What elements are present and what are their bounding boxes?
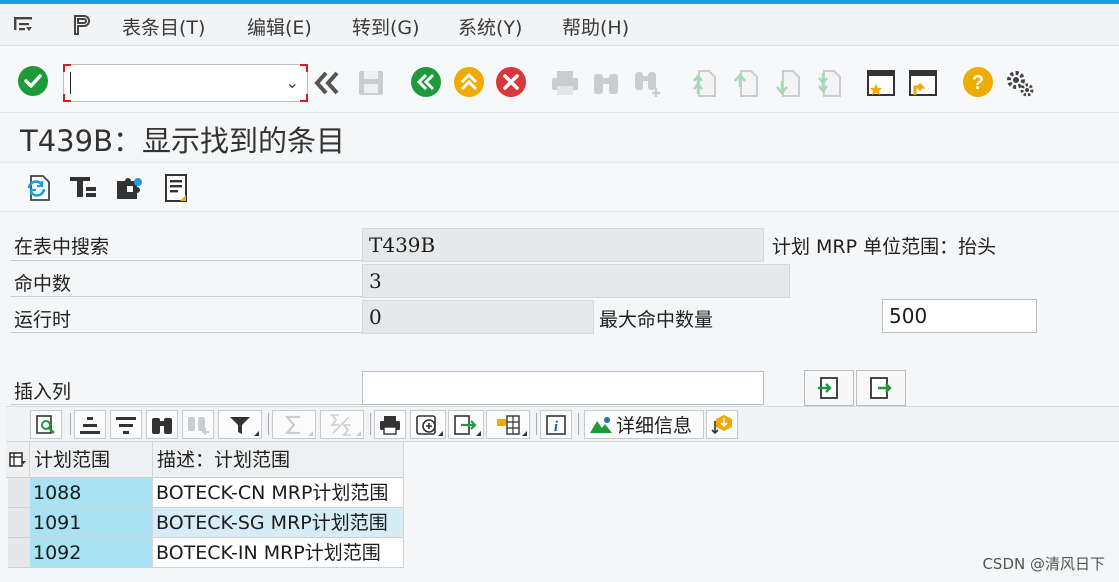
max-hits-label: 最大命中数量 bbox=[599, 309, 714, 331]
document-list-icon[interactable] bbox=[159, 171, 193, 205]
views-button[interactable] bbox=[410, 410, 446, 439]
hits-field: 3 bbox=[362, 264, 790, 298]
menu-goto[interactable]: 转到(G) bbox=[352, 13, 420, 40]
table-cell-desc[interactable]: BOTECK-SG MRP计划范围 bbox=[153, 508, 404, 538]
watermark: CSDN @清风日下 bbox=[982, 555, 1105, 573]
insert-column-label: 插入列 bbox=[14, 381, 72, 403]
insert-column-button[interactable] bbox=[804, 370, 854, 406]
find-next-button[interactable] bbox=[182, 410, 214, 439]
magnifier-icon bbox=[36, 414, 55, 434]
previous-page-icon[interactable] bbox=[728, 66, 762, 100]
column-header-planning-area[interactable]: 计划范围 bbox=[30, 442, 153, 478]
row-selector[interactable] bbox=[8, 538, 30, 568]
menu-system[interactable]: 系统(Y) bbox=[458, 13, 522, 40]
table-cell-desc[interactable]: BOTECK-CN MRP计划范围 bbox=[153, 478, 404, 508]
collapse-left-icon[interactable] bbox=[310, 66, 344, 100]
print-preview-button[interactable] bbox=[374, 410, 406, 439]
filter-button[interactable] bbox=[218, 410, 262, 439]
cancel-icon[interactable] bbox=[494, 65, 528, 99]
find-next-icon[interactable] bbox=[631, 66, 665, 100]
create-shortcut-icon[interactable] bbox=[906, 66, 940, 100]
grid-toolbar: i 详细信息 bbox=[6, 406, 1119, 442]
back-icon[interactable] bbox=[409, 65, 443, 99]
table-cell-key[interactable]: 1091 bbox=[30, 508, 153, 538]
page-title: T439B：显示找到的条目 bbox=[20, 124, 345, 158]
printer-icon bbox=[380, 415, 400, 435]
insert-column-after-button[interactable] bbox=[856, 370, 906, 406]
insert-column-input[interactable] bbox=[362, 371, 764, 405]
print-icon[interactable] bbox=[548, 66, 582, 100]
table-cell-key[interactable]: 1092 bbox=[30, 538, 153, 568]
last-page-icon[interactable] bbox=[811, 66, 845, 100]
save-icon[interactable] bbox=[354, 66, 388, 100]
standard-toolbar: ⌄ ? bbox=[0, 47, 1119, 113]
menu-bar: 表条目(T) 编辑(E) 转到(G) 系统(Y) 帮助(H) bbox=[0, 4, 1119, 46]
menu-table-entry[interactable]: 表条目(T) bbox=[122, 13, 205, 40]
command-field[interactable]: ⌄ bbox=[63, 64, 308, 102]
table-cell-key[interactable]: 1088 bbox=[30, 478, 153, 508]
runtime-field: 0 bbox=[362, 300, 594, 334]
search-table-field: T439B bbox=[362, 228, 764, 262]
layout-icon bbox=[497, 414, 520, 435]
row-selector[interactable] bbox=[8, 508, 30, 538]
sum-icon bbox=[284, 415, 300, 434]
sap-p-icon[interactable] bbox=[68, 12, 96, 38]
insert-after-icon bbox=[870, 377, 892, 399]
chevron-down-icon[interactable]: ⌄ bbox=[286, 73, 299, 92]
row-divider bbox=[10, 332, 362, 333]
puzzle-icon[interactable] bbox=[113, 171, 147, 205]
table-cell-desc[interactable]: BOTECK-IN MRP计划范围 bbox=[153, 538, 404, 568]
sort-descending-icon bbox=[116, 416, 136, 434]
row-selector[interactable] bbox=[8, 478, 30, 508]
sort-ascending-button[interactable] bbox=[74, 410, 106, 439]
menu-help[interactable]: 帮助(H) bbox=[562, 13, 629, 40]
svg-text:?: ? bbox=[972, 72, 984, 94]
sort-ascending-icon bbox=[80, 416, 100, 434]
hits-label: 命中数 bbox=[14, 273, 72, 295]
filter-settings-icon[interactable] bbox=[66, 171, 100, 205]
subtotal-icon bbox=[330, 413, 351, 436]
details-view-button[interactable] bbox=[30, 410, 62, 439]
refresh-icon[interactable] bbox=[20, 171, 54, 205]
table-description: 计划 MRP 单位范围：抬头 bbox=[772, 236, 997, 258]
info-icon: i bbox=[546, 414, 566, 435]
confirm-icon[interactable] bbox=[16, 64, 50, 98]
gear-icon[interactable] bbox=[1003, 65, 1037, 99]
application-toolbar bbox=[0, 162, 1119, 212]
total-button[interactable] bbox=[272, 410, 316, 439]
find-button[interactable] bbox=[146, 410, 178, 439]
details-button[interactable]: 详细信息 bbox=[584, 410, 704, 439]
export-button[interactable] bbox=[448, 410, 484, 439]
max-hits-input[interactable]: 500 bbox=[882, 299, 1037, 333]
row-divider bbox=[10, 404, 362, 405]
menu-edit[interactable]: 编辑(E) bbox=[247, 13, 312, 40]
row-divider bbox=[10, 260, 362, 261]
mountain-icon bbox=[590, 416, 612, 433]
next-page-icon[interactable] bbox=[770, 66, 804, 100]
row-divider bbox=[10, 296, 362, 297]
binoculars-next-icon bbox=[188, 416, 209, 435]
sort-import-button[interactable] bbox=[706, 410, 738, 439]
first-page-icon[interactable] bbox=[686, 66, 720, 100]
menu-icon[interactable] bbox=[10, 12, 38, 38]
insert-icon bbox=[818, 377, 838, 399]
search-table-label: 在表中搜索 bbox=[14, 236, 110, 258]
download-sort-icon bbox=[711, 414, 732, 434]
help-icon[interactable]: ? bbox=[961, 65, 995, 99]
layout-button[interactable] bbox=[486, 410, 530, 439]
find-icon[interactable] bbox=[589, 66, 623, 100]
sort-descending-button[interactable] bbox=[110, 410, 142, 439]
info-button[interactable]: i bbox=[540, 410, 572, 439]
select-all-icon[interactable] bbox=[6, 442, 30, 478]
filter-icon bbox=[230, 416, 250, 434]
new-session-icon[interactable] bbox=[864, 66, 898, 100]
column-header-description[interactable]: 描述：计划范围 bbox=[153, 442, 404, 478]
exit-icon[interactable] bbox=[452, 65, 486, 99]
subtotal-button[interactable] bbox=[320, 410, 364, 439]
details-label: 详细信息 bbox=[616, 415, 693, 437]
runtime-label: 运行时 bbox=[14, 309, 72, 331]
binoculars-icon bbox=[152, 417, 172, 434]
